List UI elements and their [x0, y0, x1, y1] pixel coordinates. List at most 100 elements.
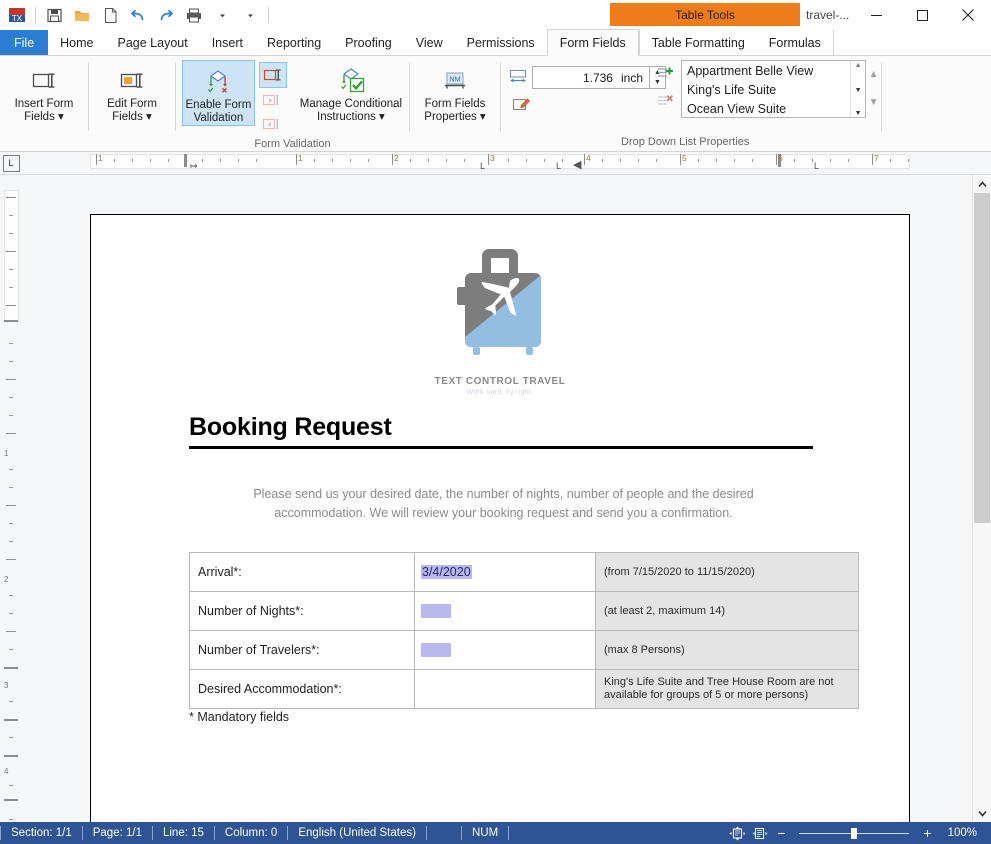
zoom-in-button[interactable]: + — [917, 822, 937, 844]
chevron-down-icon[interactable]: ▾ — [146, 111, 152, 123]
row-field[interactable] — [414, 630, 596, 670]
tab-stop-marker[interactable]: L — [556, 161, 561, 171]
list-item[interactable]: King's Life Suite — [687, 81, 850, 100]
reading-view-icon[interactable] — [749, 822, 771, 844]
right-indent-marker[interactable]: ◀ — [573, 158, 581, 171]
edit-field-properties-button[interactable] — [509, 89, 655, 116]
chevron-down-icon[interactable]: ▾ — [480, 111, 486, 123]
show-field-names-icon[interactable] — [259, 88, 285, 112]
move-item-up-icon[interactable]: ▲ — [869, 69, 879, 80]
row-label: Number of Travelers*: — [189, 630, 415, 670]
open-folder-icon[interactable] — [69, 2, 95, 28]
move-item-down-icon[interactable]: ▼ — [869, 97, 879, 108]
zoom-level-label[interactable]: 100% — [938, 822, 991, 844]
tab-permissions[interactable]: Permissions — [455, 30, 547, 55]
row-field[interactable] — [414, 591, 596, 631]
customize-quick-access-icon[interactable] — [237, 2, 263, 28]
save-icon[interactable] — [41, 2, 67, 28]
listbox-scrollbar[interactable]: ▲ ▼ ▼ — [850, 61, 866, 117]
form-validation-small-buttons — [258, 60, 287, 136]
list-reorder-buttons: ▲ ▼ — [866, 60, 881, 116]
print-icon[interactable] — [181, 2, 207, 28]
scroll-down-icon[interactable] — [973, 804, 991, 822]
status-bar: Section: 1/1 Page: 1/1 Line: 15 Column: … — [0, 822, 991, 844]
vertical-scrollbar[interactable] — [972, 175, 991, 822]
table-row[interactable]: Number of Nights*: (at least 2, maximum … — [189, 591, 859, 631]
row-field[interactable]: 3/4/2020 — [414, 552, 596, 592]
scroll-up-icon[interactable]: ▲ — [855, 62, 862, 69]
show-field-borders-icon[interactable] — [259, 112, 285, 136]
zoom-slider[interactable] — [799, 827, 910, 839]
list-item[interactable]: Appartment Belle View — [687, 62, 850, 81]
arrival-date-field[interactable]: 3/4/2020 — [421, 565, 472, 579]
status-num-lock[interactable]: NUM — [462, 822, 508, 844]
tab-page-layout[interactable]: Page Layout — [106, 30, 200, 55]
ribbon-group-edit: Edit Form Fields ▾ — [89, 56, 175, 151]
number-of-nights-field[interactable] — [421, 604, 451, 619]
number-of-travelers-field[interactable] — [421, 643, 451, 658]
table-row[interactable]: Arrival*: 3/4/2020 (from 7/15/2020 to 11… — [189, 552, 859, 592]
add-list-item-icon[interactable] — [657, 65, 675, 84]
maximize-button[interactable] — [899, 0, 945, 30]
highlight-form-fields-icon[interactable] — [258, 62, 287, 88]
scroll-down-icon[interactable]: ▼ — [855, 87, 862, 94]
status-page[interactable]: Page: 1/1 — [83, 822, 152, 844]
row-field[interactable] — [414, 669, 596, 709]
dropdown-list-items-listbox[interactable]: Appartment Belle View King's Life Suite … — [681, 60, 867, 118]
form-fields-properties-icon: NM — [440, 64, 470, 98]
edit-form-fields-button[interactable]: Edit Form Fields ▾ — [95, 60, 169, 124]
ribbon-group-insert: Insert Form Fields ▾ — [0, 56, 88, 151]
tab-insert[interactable]: Insert — [200, 30, 255, 55]
document-page[interactable]: TEXT CONTROL TRAVEL Work hard, fly right… — [90, 214, 910, 822]
status-language[interactable]: English (United States) — [288, 822, 426, 844]
tab-table-formatting[interactable]: Table Formatting — [640, 30, 757, 55]
horizontal-ruler[interactable]: 1 1 2 3 4 5 6 7 ↦ L L L ◀ — [22, 152, 973, 174]
insert-form-fields-button[interactable]: Insert Form Fields ▾ — [7, 60, 81, 124]
status-column[interactable]: Column: 0 — [215, 822, 287, 844]
chevron-down-icon[interactable]: ▾ — [379, 111, 385, 123]
close-button[interactable] — [945, 0, 991, 30]
undo-icon[interactable] — [125, 2, 151, 28]
status-section[interactable]: Section: 1/1 — [1, 822, 82, 844]
table-row[interactable]: Number of Travelers*: (max 8 Persons) — [189, 630, 859, 670]
tab-stop-marker[interactable]: L — [480, 161, 485, 171]
row-hint: King's Life Suite and Tree House Room ar… — [595, 669, 859, 709]
zoom-slider-thumb[interactable] — [851, 827, 858, 839]
vertical-ruler[interactable]: 1 2 3 4 5 — [0, 175, 22, 822]
chevron-down-icon[interactable]: ▾ — [58, 111, 64, 123]
manage-conditional-instructions-button[interactable]: Manage Conditional Instructions ▾ — [293, 60, 409, 124]
remove-list-item-icon[interactable] — [657, 93, 675, 112]
scroll-end-icon[interactable]: ▼ — [855, 110, 862, 117]
scrollbar-thumb[interactable] — [974, 193, 990, 523]
minimize-button[interactable] — [853, 0, 899, 30]
tab-view[interactable]: View — [404, 30, 455, 55]
tab-home[interactable]: Home — [48, 30, 105, 55]
form-fields-properties-button[interactable]: NM Form Fields Properties ▾ — [418, 60, 492, 124]
group-separator-5 — [881, 62, 882, 131]
tab-file[interactable]: File — [0, 30, 49, 55]
dropdown-list-items: Appartment Belle View King's Life Suite … — [682, 61, 850, 117]
redo-icon[interactable] — [153, 2, 179, 28]
row-hint: (max 8 Persons) — [595, 630, 859, 670]
tab-stop-marker[interactable]: L — [814, 161, 819, 171]
tab-form-fields[interactable]: Form Fields — [546, 29, 639, 56]
tab-stop-selector[interactable]: L — [0, 152, 22, 174]
scroll-up-icon[interactable] — [973, 175, 991, 193]
page-view-icon[interactable] — [726, 822, 749, 844]
zoom-out-button[interactable]: − — [771, 822, 791, 844]
print-dropdown-icon[interactable] — [209, 2, 235, 28]
tab-proofing[interactable]: Proofing — [333, 30, 404, 55]
tab-reporting[interactable]: Reporting — [255, 30, 333, 55]
indent-marker[interactable]: ↦ — [190, 161, 198, 172]
table-row[interactable]: Desired Accommodation*: King's Life Suit… — [189, 669, 859, 709]
list-item[interactable]: Ocean View Suite — [687, 100, 850, 117]
app-logo-icon[interactable]: TX — [4, 2, 30, 28]
status-line[interactable]: Line: 15 — [153, 822, 214, 844]
form-validation-icon — [198, 65, 238, 99]
tab-formulas[interactable]: Formulas — [757, 30, 833, 55]
field-width-input[interactable]: 1.736 inch — [532, 66, 650, 89]
new-document-icon[interactable] — [97, 2, 123, 28]
left-margin-marker[interactable] — [184, 154, 187, 167]
enable-form-validation-button[interactable]: Enable Form Validation — [182, 60, 255, 126]
top-margin-marker[interactable] — [4, 320, 18, 322]
